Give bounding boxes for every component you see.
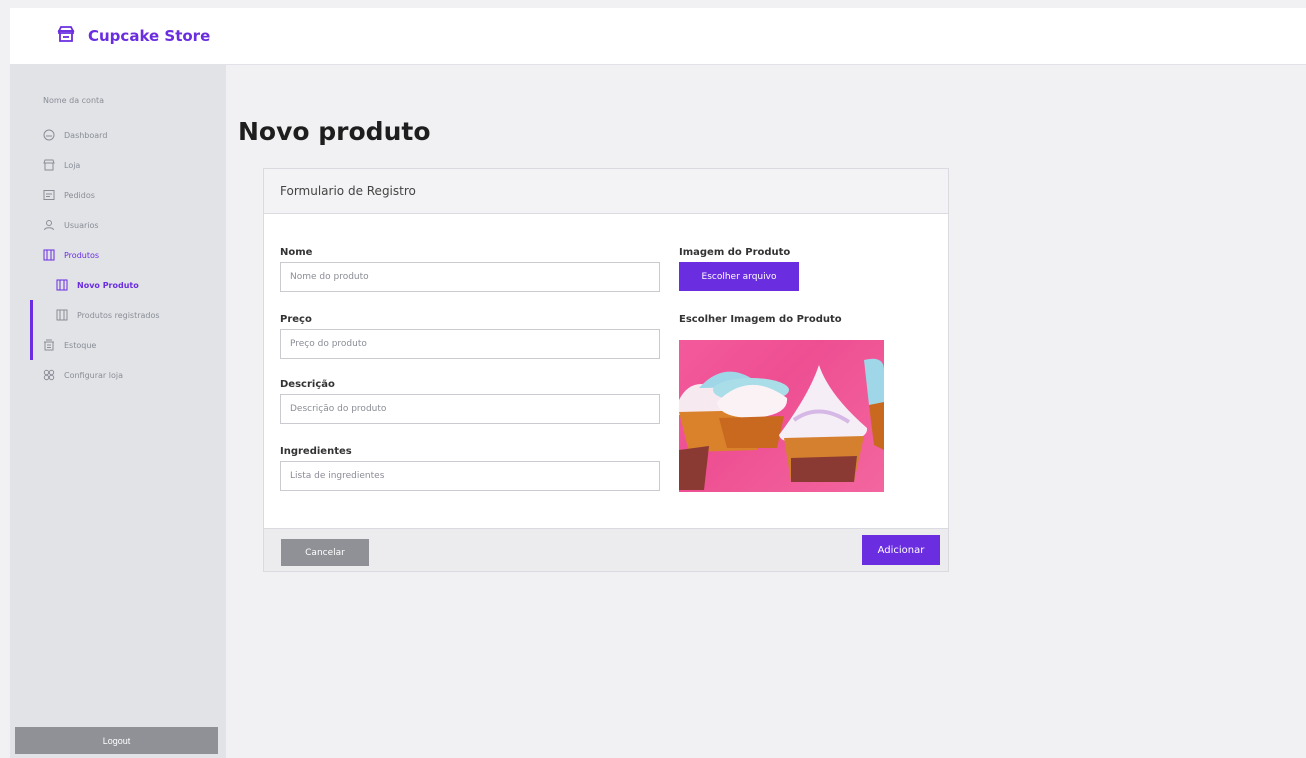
registration-form-card: Formulario de Registro Nome Preço Descri…	[263, 168, 949, 572]
sidebar-item-usuarios[interactable]: Usuarios	[10, 210, 226, 240]
products-icon	[56, 279, 68, 291]
top-bar: Cupcake Store	[10, 8, 1306, 65]
store-icon	[43, 159, 55, 171]
shop-icon	[56, 24, 76, 48]
ingredients-input[interactable]	[280, 461, 660, 491]
sidebar-item-label: Produtos registrados	[77, 310, 160, 320]
add-button[interactable]: Adicionar	[862, 535, 940, 565]
sidebar-item-label: Dashboard	[64, 130, 108, 140]
cupcake-image	[679, 358, 884, 490]
sidebar-item-pedidos[interactable]: Pedidos	[10, 180, 226, 210]
sidebar-item-label: Pedidos	[64, 190, 95, 200]
form-header: Formulario de Registro	[264, 169, 948, 214]
price-input[interactable]	[280, 329, 660, 359]
sidebar-item-label: Produtos	[64, 250, 100, 260]
sidebar-item-label: Loja	[64, 160, 81, 170]
account-name: Nome da conta	[43, 96, 105, 105]
products-icon	[43, 249, 55, 261]
image-preview-label: Escolher Imagem do Produto	[679, 314, 842, 325]
stock-icon	[43, 339, 55, 351]
sidebar-item-dashboard[interactable]: Dashboard	[10, 120, 226, 150]
sidebar-item-produtos[interactable]: Produtos	[10, 240, 226, 270]
products-icon	[56, 309, 68, 321]
cancel-button[interactable]: Cancelar	[281, 539, 369, 566]
sidebar-item-label: Estoque	[64, 340, 97, 350]
price-label: Preço	[280, 314, 312, 325]
sidebar-item-label: Usuarios	[64, 220, 99, 230]
product-image-preview	[679, 340, 884, 492]
orders-icon	[43, 189, 55, 201]
brand-name: Cupcake Store	[88, 27, 211, 45]
form-body: Nome Preço Descrição Ingredientes Imagem…	[264, 214, 948, 529]
sidebar-nav: Dashboard Loja Pedidos Usuarios Produtos…	[10, 120, 226, 390]
sidebar-item-configurar-loja[interactable]: Configurar loja	[10, 360, 226, 390]
sidebar-item-produtos-registrados[interactable]: Produtos registrados	[10, 300, 226, 330]
brand[interactable]: Cupcake Store	[56, 24, 210, 48]
sidebar-item-novo-produto[interactable]: Novo Produto	[10, 270, 226, 300]
description-input[interactable]	[280, 394, 660, 424]
sidebar-item-label: Novo Produto	[77, 280, 139, 290]
sidebar-item-estoque[interactable]: Estoque	[10, 330, 226, 360]
logout-button[interactable]: Logout	[15, 727, 218, 754]
description-label: Descrição	[280, 379, 335, 390]
page-title: Novo produto	[238, 117, 431, 146]
settings-icon	[43, 369, 55, 381]
name-label: Nome	[280, 247, 313, 258]
ingredients-label: Ingredientes	[280, 446, 352, 457]
sidebar: Nome da conta Dashboard Loja Pedidos Usu…	[10, 65, 226, 758]
sidebar-item-label: Configurar loja	[64, 370, 124, 380]
user-icon	[43, 219, 55, 231]
product-image-label: Imagem do Produto	[679, 247, 791, 258]
dashboard-icon	[43, 129, 55, 141]
name-input[interactable]	[280, 262, 660, 292]
sidebar-item-loja[interactable]: Loja	[10, 150, 226, 180]
form-footer: Cancelar Adicionar	[264, 528, 948, 571]
choose-file-button[interactable]: Escolher arquivo	[679, 262, 799, 291]
